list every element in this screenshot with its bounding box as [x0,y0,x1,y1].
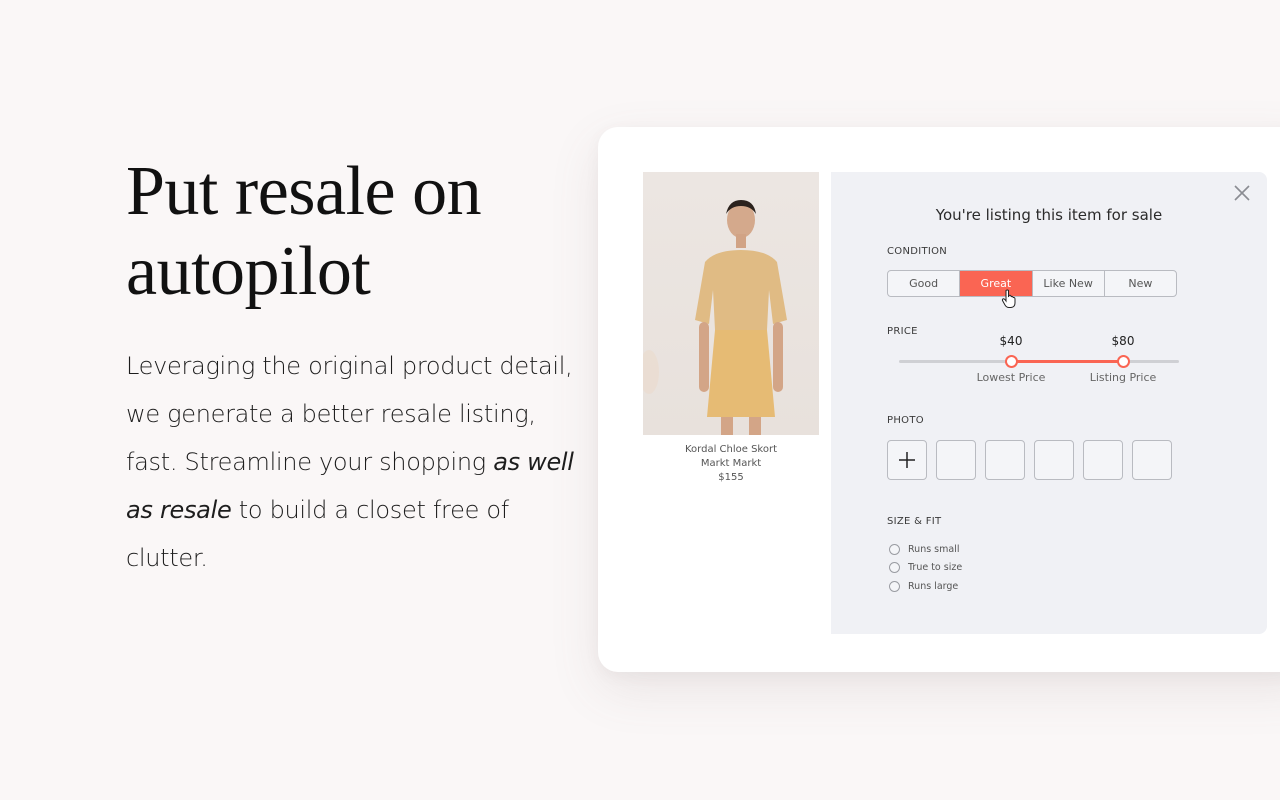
condition-option-new[interactable]: New [1105,271,1176,296]
hero-section: Put resale on autopilot Leveraging the o… [126,152,586,582]
price-label: PRICE [887,326,918,337]
condition-selector: Good Great Like New New [887,270,1177,297]
radio-button[interactable] [889,580,900,592]
radio-label: True to size [908,562,963,574]
condition-option-like-new[interactable]: Like New [1033,271,1105,296]
panel-title: You're listing this item for sale [935,206,1163,224]
photo-label: PHOTO [887,415,924,426]
radio-label: Runs large [908,580,959,592]
radio-button[interactable] [889,543,900,555]
lowest-price-handle[interactable] [1005,355,1018,368]
price-range-fill [1011,360,1123,363]
condition-option-great[interactable]: Great [960,271,1033,296]
photo-slot-empty[interactable] [985,440,1025,480]
radio-button[interactable] [889,562,900,574]
close-icon [1234,185,1250,201]
photo-slot-empty[interactable] [1083,440,1123,480]
product-name: Kordal Chloe Skort [684,444,778,455]
listing-card: Kordal Chloe Skort Markt Markt $155 You'… [598,127,1280,672]
plus-icon [899,452,915,468]
close-button[interactable] [1231,182,1253,204]
photo-slot-empty[interactable] [936,440,976,480]
product-photo-illustration [643,200,787,435]
product-photo [643,172,819,435]
hero-title: Put resale on autopilot [126,152,586,312]
condition-label: CONDITION [887,246,948,257]
lowest-price-caption: Lowest Price [976,371,1046,384]
size-fit-option-runs-large[interactable]: Runs large [889,577,962,596]
product-summary: Kordal Chloe Skort Markt Markt $155 [643,172,819,485]
condition-option-good[interactable]: Good [888,271,961,296]
add-photo-button[interactable] [887,440,927,480]
hero-description: Leveraging the original product detail, … [126,342,586,582]
listing-form-panel: You're listing this item for sale CONDIT… [831,172,1267,634]
product-meta: Kordal Chloe Skort Markt Markt $155 [643,443,819,485]
product-brand: Markt Markt [700,458,762,469]
price-range-slider[interactable] [899,355,1179,368]
size-fit-options: Runs small True to size Runs large [889,540,962,596]
photo-slots [887,440,1172,480]
radio-label: Runs small [908,543,960,555]
listing-price-value: $80 [1111,334,1135,348]
size-fit-option-true-to-size[interactable]: True to size [889,559,962,578]
hero-title-line-1: Put resale on [126,153,482,230]
listing-price-caption: Listing Price [1089,371,1157,384]
listing-price-handle[interactable] [1117,355,1130,368]
size-fit-label: SIZE & FIT [887,516,942,527]
lowest-price-value: $40 [999,334,1023,348]
hand-pointer-cursor-icon [1001,289,1016,308]
size-fit-option-runs-small[interactable]: Runs small [889,540,962,559]
product-price: $155 [718,472,744,483]
photo-slot-empty[interactable] [1132,440,1172,480]
hero-title-line-2: autopilot [126,233,371,310]
photo-slot-empty[interactable] [1034,440,1074,480]
